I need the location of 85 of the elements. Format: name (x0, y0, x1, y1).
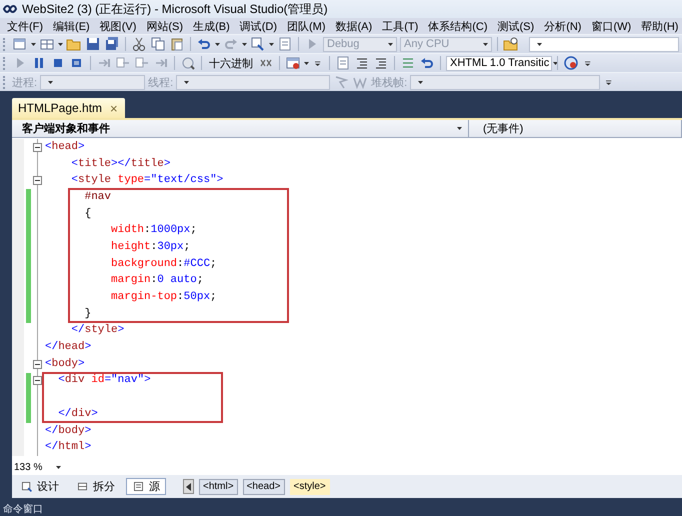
menu-item[interactable]: 调试(D) (234, 18, 282, 34)
events-dropdown[interactable]: (无事件) (469, 120, 682, 137)
tag-path-button[interactable]: <style> (290, 478, 330, 494)
save-all-icon[interactable] (104, 36, 120, 52)
menu-item[interactable]: 视图(V) (94, 18, 142, 34)
paste-icon[interactable] (169, 36, 185, 52)
collapse-icon[interactable] (32, 360, 42, 369)
caret-icon[interactable] (242, 42, 247, 46)
save-icon[interactable] (85, 36, 101, 52)
caret-icon (537, 42, 542, 46)
menu-item[interactable]: 体系结构(C) (423, 18, 493, 34)
caret-icon (457, 127, 462, 130)
code-line: margin-top:50px; (110, 290, 217, 306)
menu-item[interactable]: 测试(S) (492, 18, 540, 34)
tag-path-button[interactable]: <html> (199, 478, 238, 494)
menu-item[interactable]: 分析(N) (539, 18, 586, 34)
document-tab[interactable]: HTMLPage.htm × (12, 98, 125, 118)
collapse-icon[interactable] (32, 376, 42, 386)
caret-icon (418, 80, 424, 84)
code-line: margin:0 auto; (110, 273, 204, 288)
code-line: </html> (45, 440, 92, 456)
close-button[interactable]: × (110, 100, 118, 116)
caret-icon (56, 466, 62, 469)
code-line: height:30px; (110, 240, 190, 255)
menu-item[interactable]: 编辑(E) (48, 18, 95, 34)
field-label: 堆栈帧: (371, 76, 408, 90)
code-line: </body> (45, 424, 92, 439)
caret-icon[interactable] (31, 42, 36, 46)
copy-icon[interactable] (150, 36, 166, 52)
code-line: { (84, 206, 92, 222)
collapse-icon[interactable] (32, 176, 42, 186)
code-line: </head> (45, 340, 92, 356)
design-icon (20, 480, 33, 493)
menu-item[interactable]: 数据(A) (330, 18, 378, 34)
panel-title: 命令窗口 (3, 504, 43, 516)
caret-icon[interactable] (58, 42, 63, 46)
new-project-icon[interactable] (12, 36, 28, 52)
code-line: <head> (45, 140, 85, 155)
menu-item[interactable]: 生成(B) (188, 18, 235, 34)
code-line: width:1000px; (110, 223, 197, 238)
undo-icon[interactable] (196, 36, 212, 52)
menu-item[interactable]: 文件(F) (2, 18, 48, 34)
hex-button[interactable]: 十六进制 (207, 56, 255, 70)
find-icon[interactable] (503, 36, 519, 52)
code-editor[interactable]: <head> <title></title> <style type="text/css"> #nav { width:1000px; height:30px; background:#CCC; margin:0 auto; margin-top:50px; } </style> </head> <body> <div id="nav"> </div> </body> </html> (12, 138, 682, 460)
code-line: <title></title> (70, 156, 170, 172)
tag-path-button[interactable]: <head> (242, 478, 285, 494)
caret-icon (48, 80, 54, 84)
caret-icon (483, 42, 488, 46)
undo-icon[interactable] (419, 55, 435, 71)
zoom-dropdown[interactable]: 133 % (14, 462, 62, 473)
menu-item[interactable]: 网站(S) (141, 18, 188, 34)
code-line: </style> (70, 323, 124, 338)
code-line: <body> (45, 356, 85, 372)
caret-icon (553, 62, 558, 64)
caret-icon (388, 42, 393, 46)
caret-icon[interactable] (269, 42, 274, 46)
field-label: 进程: (12, 76, 38, 90)
window-title: WebSite2 (3) (正在运行) - Microsoft Visual Studio(管理员) (22, 0, 328, 18)
view-tab[interactable]: 拆分 (70, 478, 121, 495)
left-arrow-icon (186, 482, 191, 490)
menu-item[interactable]: 工具(T) (377, 18, 424, 34)
source-icon (132, 480, 145, 493)
objects-dropdown[interactable]: 客户端对象和事件 (12, 120, 469, 137)
view-tab[interactable]: 源 (126, 478, 166, 495)
menu-item[interactable]: 团队(M) (282, 18, 331, 34)
menu-item[interactable]: 帮助(H) (636, 18, 682, 34)
collapse-icon[interactable] (32, 142, 42, 152)
code-line: </div> (57, 406, 98, 422)
caret-icon (184, 80, 190, 84)
menu-item[interactable]: 窗口(W) (586, 18, 636, 34)
field-label: 线程: (148, 76, 174, 90)
code-line: } (84, 306, 92, 322)
scroll-left-button[interactable] (183, 479, 194, 494)
window-icon[interactable] (285, 55, 301, 71)
code-line: background:#CCC; (110, 256, 217, 272)
view-tab[interactable]: 设计 (14, 478, 65, 495)
search-field[interactable] (529, 36, 679, 52)
caret-icon[interactable] (304, 62, 309, 64)
cut-icon[interactable] (131, 36, 147, 52)
code-line: #nav (84, 190, 112, 205)
code-line: <div id="nav"> (57, 373, 151, 388)
split-icon (76, 480, 89, 493)
caret-icon[interactable] (215, 42, 220, 46)
code-line: <style type="text/css"> (70, 173, 224, 188)
